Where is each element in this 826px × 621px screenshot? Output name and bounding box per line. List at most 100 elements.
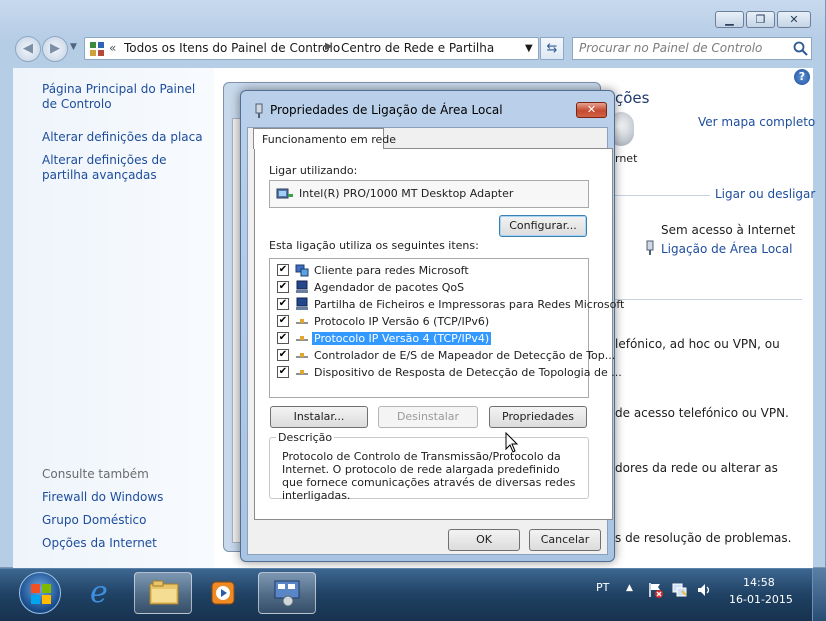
back-button[interactable]: ◀	[15, 36, 41, 62]
network-service-icon	[296, 297, 308, 310]
maximize-button[interactable]: ❐	[746, 11, 775, 28]
task-text-2: de acesso telefónico ou VPN.	[615, 406, 789, 420]
see-also-heading: Consulte também	[42, 467, 149, 481]
protocol-icon	[296, 353, 308, 358]
item-label: Agendador de pacotes QoS	[314, 281, 465, 294]
ok-button[interactable]: OK	[448, 529, 520, 551]
taskbar-network-center[interactable]	[258, 572, 316, 614]
item-label: Partilha de Ficheiros e Impressoras para…	[314, 298, 625, 311]
section-divider	[615, 195, 710, 196]
connect-disconnect-link[interactable]: Ligar ou desligar	[715, 187, 815, 202]
taskbar-explorer[interactable]	[134, 572, 192, 614]
page-title-fragment: ções	[615, 89, 650, 107]
control-panel-home-link[interactable]: Página Principal do Painel de Controlo	[42, 82, 207, 112]
homegroup-link[interactable]: Grupo Doméstico	[42, 513, 147, 528]
description-text: Protocolo de Controlo de Transmissão/Pro…	[282, 450, 576, 502]
minimize-button[interactable]: ▁	[715, 11, 744, 28]
dialog-close-button[interactable]: ✕	[576, 102, 607, 118]
network-adapter-icon	[276, 188, 293, 199]
protocol-icon	[296, 370, 308, 375]
task-text-1: lefónico, ad hoc ou VPN, ou	[615, 337, 780, 351]
language-indicator[interactable]: PT	[596, 581, 609, 594]
item-label: Protocolo IP Versão 6 (TCP/IPv6)	[314, 315, 490, 328]
control-panel-icon	[90, 42, 104, 56]
ethernet-icon	[646, 240, 654, 255]
properties-button[interactable]: Propriedades	[489, 406, 587, 428]
dialog-title: Propriedades de Ligação de Área Local	[270, 103, 503, 117]
item-checkbox[interactable]: ✔	[277, 332, 289, 344]
network-center-icon	[274, 580, 300, 607]
access-type-value: Sem acesso à Internet	[661, 223, 796, 237]
list-item[interactable]: ✔ Agendador de pacotes QoS	[277, 279, 583, 296]
recent-pages-dropdown-icon[interactable]: ▼	[70, 42, 77, 52]
search-input[interactable]: Procurar no Painel de Controlo	[572, 37, 812, 60]
adapter-field: Intel(R) PRO/1000 MT Desktop Adapter	[269, 180, 589, 208]
view-full-map-link[interactable]: Ver mapa completo	[698, 115, 815, 130]
change-adapter-settings-link[interactable]: Alterar definições da placa	[42, 130, 207, 145]
list-item[interactable]: ✔ Protocolo IP Versão 6 (TCP/IPv6)	[277, 313, 583, 330]
item-checkbox[interactable]: ✔	[277, 281, 289, 293]
network-client-icon	[295, 264, 309, 277]
list-item[interactable]: ✔ Partilha de Ficheiros e Impressoras pa…	[277, 296, 624, 313]
internet-label-fragment: rnet	[615, 152, 638, 165]
breadcrumb-separator-icon[interactable]: ▶	[325, 41, 333, 52]
adapter-name: Intel(R) PRO/1000 MT Desktop Adapter	[299, 187, 514, 200]
network-service-icon	[296, 280, 308, 293]
help-icon[interactable]: ?	[794, 69, 810, 85]
search-placeholder: Procurar no Painel de Controlo	[579, 41, 763, 55]
start-button[interactable]	[19, 572, 61, 614]
internet-options-link[interactable]: Opções da Internet	[42, 536, 157, 551]
mouse-cursor-icon	[505, 432, 519, 453]
configure-button[interactable]: Configurar...	[499, 215, 587, 237]
taskbar-internet-explorer[interactable]: e	[75, 572, 133, 614]
volume-icon[interactable]	[696, 582, 712, 598]
folder-icon	[149, 580, 179, 605]
taskbar-media-player[interactable]	[196, 572, 254, 614]
section-divider	[615, 299, 802, 300]
address-bar[interactable]: « Todos os Itens do Painel de Controlo ▶…	[84, 37, 539, 60]
dialog-ethernet-icon	[255, 103, 263, 118]
item-checkbox[interactable]: ✔	[277, 264, 289, 276]
item-checkbox[interactable]: ✔	[277, 349, 289, 361]
item-checkbox[interactable]: ✔	[277, 298, 289, 310]
windows-logo-icon	[31, 584, 51, 604]
forward-button[interactable]: ▶	[42, 36, 68, 62]
install-button[interactable]: Instalar...	[270, 406, 368, 428]
action-center-flag-icon[interactable]	[647, 582, 663, 598]
components-list[interactable]: ✔ Cliente para redes Microsoft ✔ Agendad…	[269, 258, 624, 398]
uninstall-button[interactable]: Desinstalar	[378, 406, 478, 428]
protocol-icon	[296, 319, 308, 324]
show-desktop-button[interactable]	[812, 568, 826, 621]
breadcrumb-all-items[interactable]: Todos os Itens do Painel de Controlo	[124, 41, 340, 55]
item-label: Protocolo IP Versão 4 (TCP/IPv4)	[310, 331, 493, 346]
internet-explorer-icon: e	[90, 575, 108, 610]
clock-date[interactable]: 16-01-2015	[729, 593, 793, 606]
cancel-button[interactable]: Cancelar	[529, 529, 601, 551]
clock-time[interactable]: 14:58	[743, 576, 775, 589]
description-label: Descrição	[276, 431, 335, 444]
list-item[interactable]: ✔ Controlador de E/S de Mapeador de Dete…	[277, 347, 615, 364]
item-label: Dispositivo de Resposta de Detecção de T…	[314, 366, 622, 379]
advanced-sharing-link[interactable]: Alterar definições de partilha avançadas	[42, 153, 207, 183]
tab-networking[interactable]: Funcionamento em rede	[253, 128, 396, 149]
search-icon[interactable]	[793, 41, 808, 56]
item-checkbox[interactable]: ✔	[277, 315, 289, 327]
breadcrumb-overflow-icon[interactable]: «	[109, 41, 116, 55]
media-player-icon	[211, 581, 235, 605]
show-hidden-icons[interactable]: ▲	[626, 583, 633, 593]
local-connection-link[interactable]: Ligação de Área Local	[661, 242, 792, 257]
close-window-button[interactable]: ✕	[777, 11, 811, 28]
item-label: Cliente para redes Microsoft	[314, 264, 469, 277]
task-text-3: dores da rede ou alterar as	[615, 461, 778, 475]
protocol-icon	[296, 336, 308, 341]
list-item[interactable]: ✔ Dispositivo de Resposta de Detecção de…	[277, 364, 622, 381]
refresh-button[interactable]: ⇆	[540, 37, 564, 60]
list-item[interactable]: ✔ Cliente para redes Microsoft	[277, 262, 583, 279]
network-tray-icon[interactable]	[672, 582, 688, 598]
breadcrumb-network-center[interactable]: Centro de Rede e Partilha	[341, 41, 494, 55]
firewall-link[interactable]: Firewall do Windows	[42, 490, 163, 505]
item-checkbox[interactable]: ✔	[277, 366, 289, 378]
address-dropdown-icon[interactable]: ▼	[525, 43, 533, 54]
item-label: Controlador de E/S de Mapeador de Detecç…	[314, 349, 616, 362]
list-item-selected[interactable]: ✔ Protocolo IP Versão 4 (TCP/IPv4)	[277, 330, 583, 347]
